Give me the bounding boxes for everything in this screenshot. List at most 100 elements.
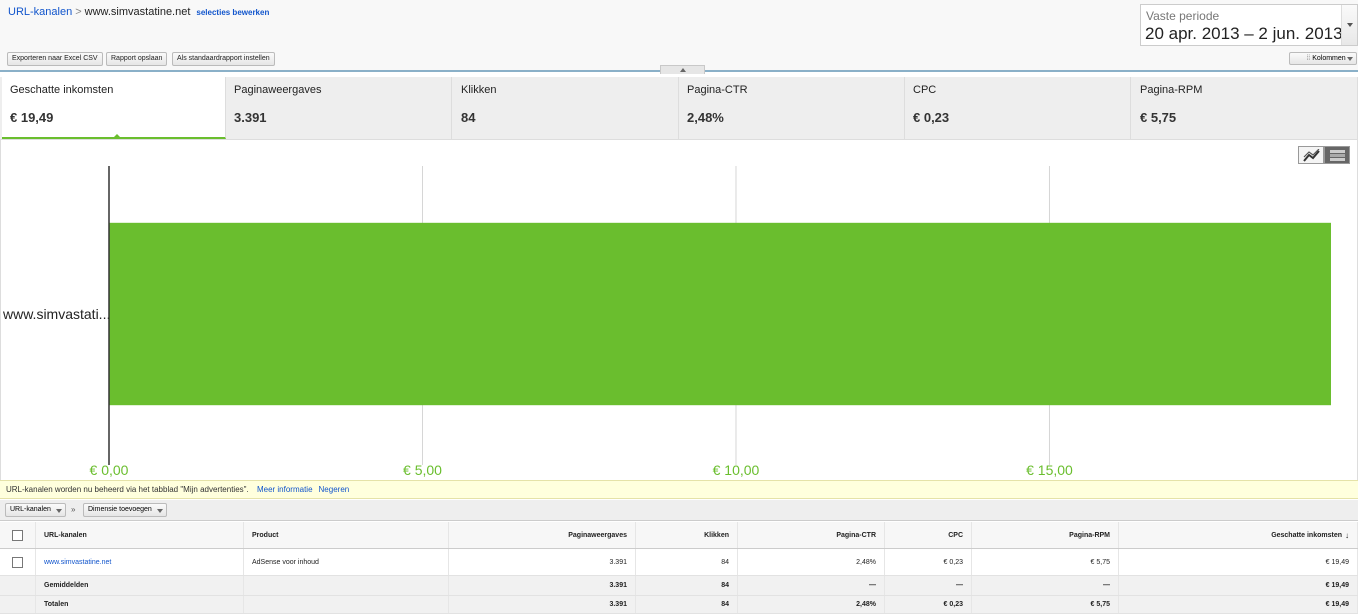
breadcrumb-separator: > <box>75 6 82 18</box>
column-header-label: Pagina-RPM <box>1069 531 1110 539</box>
metric-value: 84 <box>461 110 476 125</box>
table-cell: € 5,75 <box>972 549 1119 575</box>
cell-value: € 19,49 <box>1325 601 1349 608</box>
table-cell: 3.391 <box>449 549 636 575</box>
table-cell: — <box>885 576 972 595</box>
add-dimension-dropdown[interactable]: Dimensie toevoegen <box>83 503 167 517</box>
column-header[interactable]: Pagina-CTR <box>738 522 885 548</box>
primary-dimension-dropdown[interactable]: URL-kanalen <box>5 503 66 517</box>
cell-value: € 5,75 <box>1090 601 1110 608</box>
table-cell: 84 <box>636 549 738 575</box>
column-header[interactable]: URL-kanalen <box>36 522 244 548</box>
table-cell: € 5,75 <box>972 596 1119 613</box>
export-csv-button[interactable]: Exporteren naar Excel CSV <box>7 52 103 66</box>
table-cell: 3.391 <box>449 596 636 613</box>
table-cell: — <box>738 576 885 595</box>
table-cell: AdSense voor inhoud <box>244 549 449 575</box>
cell-value: Totalen <box>44 601 69 608</box>
metric-tile[interactable]: Klikken 84 <box>453 77 679 139</box>
sort-desc-icon: ↓ <box>1345 530 1349 540</box>
cell-value: 2,48% <box>856 601 876 608</box>
notice-text: URL-kanalen worden nu beheerd via het ta… <box>6 485 249 494</box>
column-header-label: Klikken <box>704 531 729 539</box>
column-header-label: Paginaweergaves <box>568 531 627 539</box>
metric-name: Pagina-RPM <box>1140 84 1203 96</box>
metric-value: 2,48% <box>687 110 724 125</box>
cell-value: — <box>1103 582 1110 589</box>
cell-value: € 0,23 <box>943 558 963 566</box>
table-header-row: URL-kanalen Product Paginaweergaves Klikken… <box>0 522 1358 549</box>
column-header-label: URL-kanalen <box>44 531 87 539</box>
cell-value: — <box>869 582 876 589</box>
x-tick-label: € 5,00 <box>403 462 442 478</box>
url-channel-link[interactable]: www.simvastatine.net <box>44 559 111 566</box>
metric-tile[interactable]: CPC € 0,23 <box>905 77 1131 139</box>
checkbox-cell <box>0 576 36 595</box>
set-default-report-button[interactable]: Als standaardrapport instellen <box>172 52 275 66</box>
row-checkbox[interactable] <box>12 556 23 568</box>
table-cell: € 19,49 <box>1119 549 1358 575</box>
totals-row: Totalen 3.391 84 2,48% € 0,23 € 5,75 € 19,49 <box>0 596 1358 614</box>
date-range-picker[interactable]: Vaste periode 20 apr. 2013 – 2 jun. 2013 <box>1140 4 1358 46</box>
metric-name: Geschatte inkomsten <box>10 84 114 96</box>
metric-name: Paginaweergaves <box>234 84 322 96</box>
column-header[interactable]: CPC <box>885 522 972 548</box>
revenue-bar-chart: € 0,00 € 5,00 € 10,00 € 15,00www.simvastati… <box>2 166 1331 478</box>
table-cell <box>244 596 449 613</box>
dimension-separator: » <box>71 505 76 514</box>
metric-name: Klikken <box>461 84 497 96</box>
cell-value: 84 <box>721 558 729 566</box>
table-cell: € 19,49 <box>1119 576 1358 595</box>
cell-value: 84 <box>721 582 729 589</box>
checkbox-cell <box>0 549 36 575</box>
table-cell: Gemiddelden <box>36 576 244 595</box>
table-cell: 2,48% <box>738 549 885 575</box>
column-header[interactable]: Product <box>244 522 449 548</box>
table-cell: € 19,49 <box>1119 596 1358 613</box>
cell-value: € 0,23 <box>943 601 963 608</box>
table-cell: 3.391 <box>449 576 636 595</box>
table-cell: € 0,23 <box>885 596 972 613</box>
cell-value: € 5,75 <box>1090 558 1110 566</box>
x-tick-label: € 15,00 <box>1026 462 1073 478</box>
cell-value: € 19,49 <box>1325 582 1349 589</box>
column-header[interactable]: Pagina-RPM <box>972 522 1119 548</box>
metric-name: CPC <box>913 84 937 96</box>
breadcrumb: URL-kanalen > www.simvastatine.net selectie… <box>8 6 269 18</box>
select-all-checkbox[interactable] <box>12 529 23 541</box>
dismiss-link[interactable]: Negeren <box>319 485 350 494</box>
edit-selections-link[interactable]: selecties bewerken <box>196 8 269 17</box>
cell-value: € 19,49 <box>1325 558 1349 566</box>
metric-tile[interactable]: Pagina-CTR 2,48% <box>679 77 905 139</box>
column-header-label: Pagina-CTR <box>836 531 876 539</box>
chevron-down-icon <box>1347 57 1353 61</box>
cell-value: Gemiddelden <box>44 582 89 589</box>
columns-button[interactable]: ⁞⁞ Kolommen <box>1289 52 1357 65</box>
cell-value: 2,48% <box>856 558 876 566</box>
column-header-label: Product <box>252 531 279 539</box>
breadcrumb-current: www.simvastatine.net <box>84 6 191 18</box>
report-header: URL-kanalen > www.simvastatine.net selectie… <box>0 0 1358 74</box>
collapse-header-toggle[interactable] <box>660 65 705 74</box>
column-header[interactable]: Klikken <box>636 522 738 548</box>
breadcrumb-parent-link[interactable]: URL-kanalen <box>8 6 72 18</box>
cell-value: 3.391 <box>609 558 627 566</box>
table-row: www.simvastatine.net AdSense voor inhoud 3… <box>0 549 1358 576</box>
more-info-link[interactable]: Meer informatie <box>257 485 313 494</box>
chevron-down-icon[interactable] <box>1341 5 1357 45</box>
metric-value: 3.391 <box>234 110 267 125</box>
period-range: 20 apr. 2013 – 2 jun. 2013 <box>1145 24 1343 43</box>
column-header[interactable]: Geschatte inkomsten ↓ <box>1119 522 1358 548</box>
column-header[interactable]: Paginaweergaves <box>449 522 636 548</box>
metric-name: Pagina-CTR <box>687 84 748 96</box>
period-label: Vaste periode <box>1146 9 1220 23</box>
table-cell: — <box>972 576 1119 595</box>
metric-tile[interactable]: Pagina-RPM € 5,75 <box>1132 77 1358 139</box>
metric-tile[interactable]: Paginaweergaves 3.391 <box>226 77 452 139</box>
category-label: www.simvastati... <box>2 306 110 322</box>
save-report-button[interactable]: Rapport opslaan <box>106 52 168 66</box>
metric-tile[interactable]: Geschatte inkomsten € 19,49 <box>2 77 226 139</box>
cell-value: 84 <box>721 601 729 608</box>
metric-value: € 0,23 <box>913 110 950 125</box>
table-cell: 84 <box>636 596 738 613</box>
